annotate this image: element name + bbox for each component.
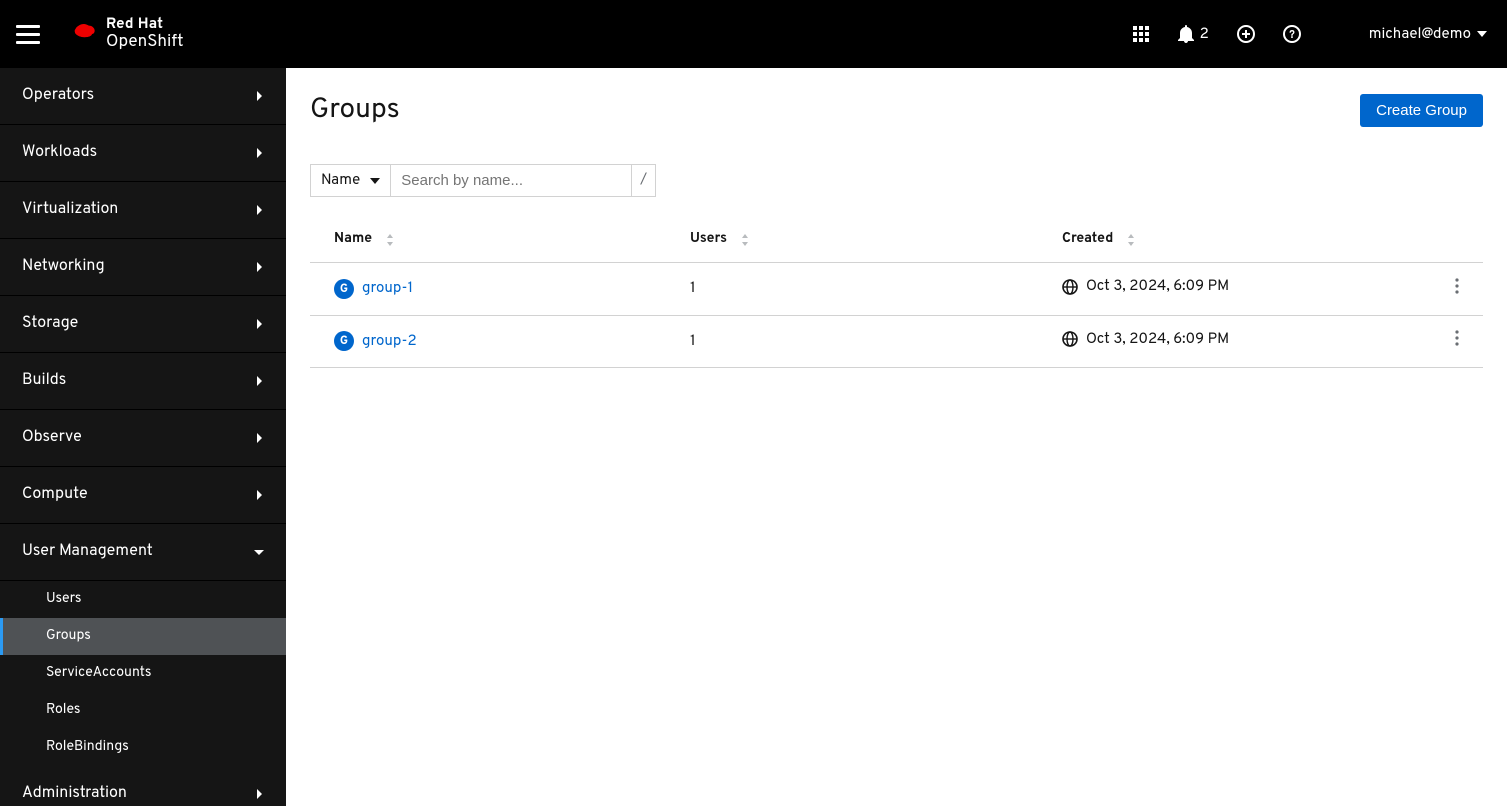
chevron-right-icon [254,91,264,101]
question-circle-icon: ? [1283,25,1301,43]
user-name: michael@demo [1369,25,1471,44]
search-input[interactable] [391,165,631,196]
sidebar-nav: Operators Workloads Virtualization Networki… [0,68,286,806]
redhat-fedora-icon [68,23,98,45]
sidebar-item-builds[interactable]: Builds [0,353,286,410]
chevron-right-icon [254,376,264,386]
page-header: Groups Create Group [310,92,1483,128]
created-timestamp: Oct 3, 2024, 6:09 PM [1086,330,1229,349]
sidebar-subitem-rolebindings[interactable]: RoleBindings [0,729,286,766]
chevron-down-icon [254,547,264,557]
created-timestamp: Oct 3, 2024, 6:09 PM [1086,277,1229,296]
filter-group: Name / [310,164,656,197]
brand-top: Red Hat [106,17,184,32]
notification-count: 2 [1200,25,1209,44]
brand-text: Red Hat OpenShift [106,17,184,51]
users-count: 1 [666,315,1038,368]
sidebar-subitem-roles[interactable]: Roles [0,692,286,729]
header-tools: 2 ? michael@demo [1132,25,1487,44]
chevron-right-icon [254,148,264,158]
sidebar-item-label: Compute [22,485,88,505]
brand-bottom: OpenShift [106,34,184,51]
notifications-button[interactable]: 2 [1178,25,1209,44]
nav-toggle-button[interactable] [16,22,40,46]
group-resource-badge: G [334,279,354,299]
sidebar-subitem-serviceaccounts[interactable]: ServiceAccounts [0,655,286,692]
masthead: Red Hat OpenShift 2 ? michael@demo [0,0,1507,68]
filter-attribute-select[interactable]: Name [311,165,391,196]
sidebar-item-label: Observe [22,428,82,448]
globe-icon [1062,279,1078,295]
filter-attribute-label: Name [321,171,360,190]
main-content: Groups Create Group Name / Name [286,68,1507,806]
group-link[interactable]: group-2 [362,332,417,351]
filter-toolbar: Name / [310,164,1483,197]
row-actions-kebab[interactable] [1455,281,1459,300]
chevron-right-icon [254,433,264,443]
sort-icon [741,234,749,246]
sidebar-item-label: User Management [22,542,153,562]
sidebar-item-networking[interactable]: Networking [0,239,286,296]
user-menu[interactable]: michael@demo [1369,25,1487,44]
kebab-icon [1455,330,1459,346]
chevron-right-icon [254,262,264,272]
sidebar-item-label: Administration [22,784,127,804]
import-add-button[interactable] [1237,25,1255,43]
sidebar-item-administration[interactable]: Administration [0,766,286,806]
column-header-created[interactable]: Created [1038,217,1431,263]
sidebar-item-compute[interactable]: Compute [0,467,286,524]
group-link[interactable]: group-1 [362,279,413,298]
create-group-button[interactable]: Create Group [1360,94,1483,127]
chevron-right-icon [254,205,264,215]
svg-text:?: ? [1289,29,1295,43]
sidebar-item-label: Virtualization [22,200,118,220]
table-row: Ggroup-2 1 Oct 3, 2024, 6:09 PM [310,315,1483,368]
sidebar-item-label: Storage [22,314,78,334]
page-title: Groups [310,92,400,128]
app-launcher-icon[interactable] [1132,25,1150,43]
sidebar-item-observe[interactable]: Observe [0,410,286,467]
sidebar-item-label: Networking [22,257,105,277]
search-shortcut-hint: / [631,165,655,196]
chevron-right-icon [254,319,264,329]
sort-icon [1127,234,1135,246]
sidebar-item-virtualization[interactable]: Virtualization [0,182,286,239]
help-button[interactable]: ? [1283,25,1301,43]
chevron-right-icon [254,789,264,799]
sidebar-item-label: Workloads [22,143,97,163]
chevron-right-icon [254,490,264,500]
sidebar-item-operators[interactable]: Operators [0,68,286,125]
caret-down-icon [370,178,380,184]
sidebar-item-user-management[interactable]: User Management [0,524,286,581]
bell-icon [1178,25,1194,43]
sidebar-item-label: Builds [22,371,66,391]
group-resource-badge: G [334,331,354,351]
table-row: Ggroup-1 1 Oct 3, 2024, 6:09 PM [310,263,1483,316]
users-count: 1 [666,263,1038,316]
groups-table: Name Users [310,217,1483,368]
sidebar-subnav: UsersGroupsServiceAccountsRolesRoleBindi… [0,581,286,766]
plus-circle-icon [1237,25,1255,43]
caret-down-icon [1477,31,1487,37]
sidebar-subitem-users[interactable]: Users [0,581,286,618]
row-actions-kebab[interactable] [1455,333,1459,352]
column-header-name[interactable]: Name [310,217,666,263]
sidebar-item-storage[interactable]: Storage [0,296,286,353]
column-header-users[interactable]: Users [666,217,1038,263]
sidebar-item-label: Operators [22,86,94,106]
sort-icon [386,234,394,246]
sidebar-item-workloads[interactable]: Workloads [0,125,286,182]
sidebar-subitem-groups[interactable]: Groups [0,618,286,655]
brand-logo[interactable]: Red Hat OpenShift [68,17,184,51]
globe-icon [1062,331,1078,347]
kebab-icon [1455,278,1459,294]
